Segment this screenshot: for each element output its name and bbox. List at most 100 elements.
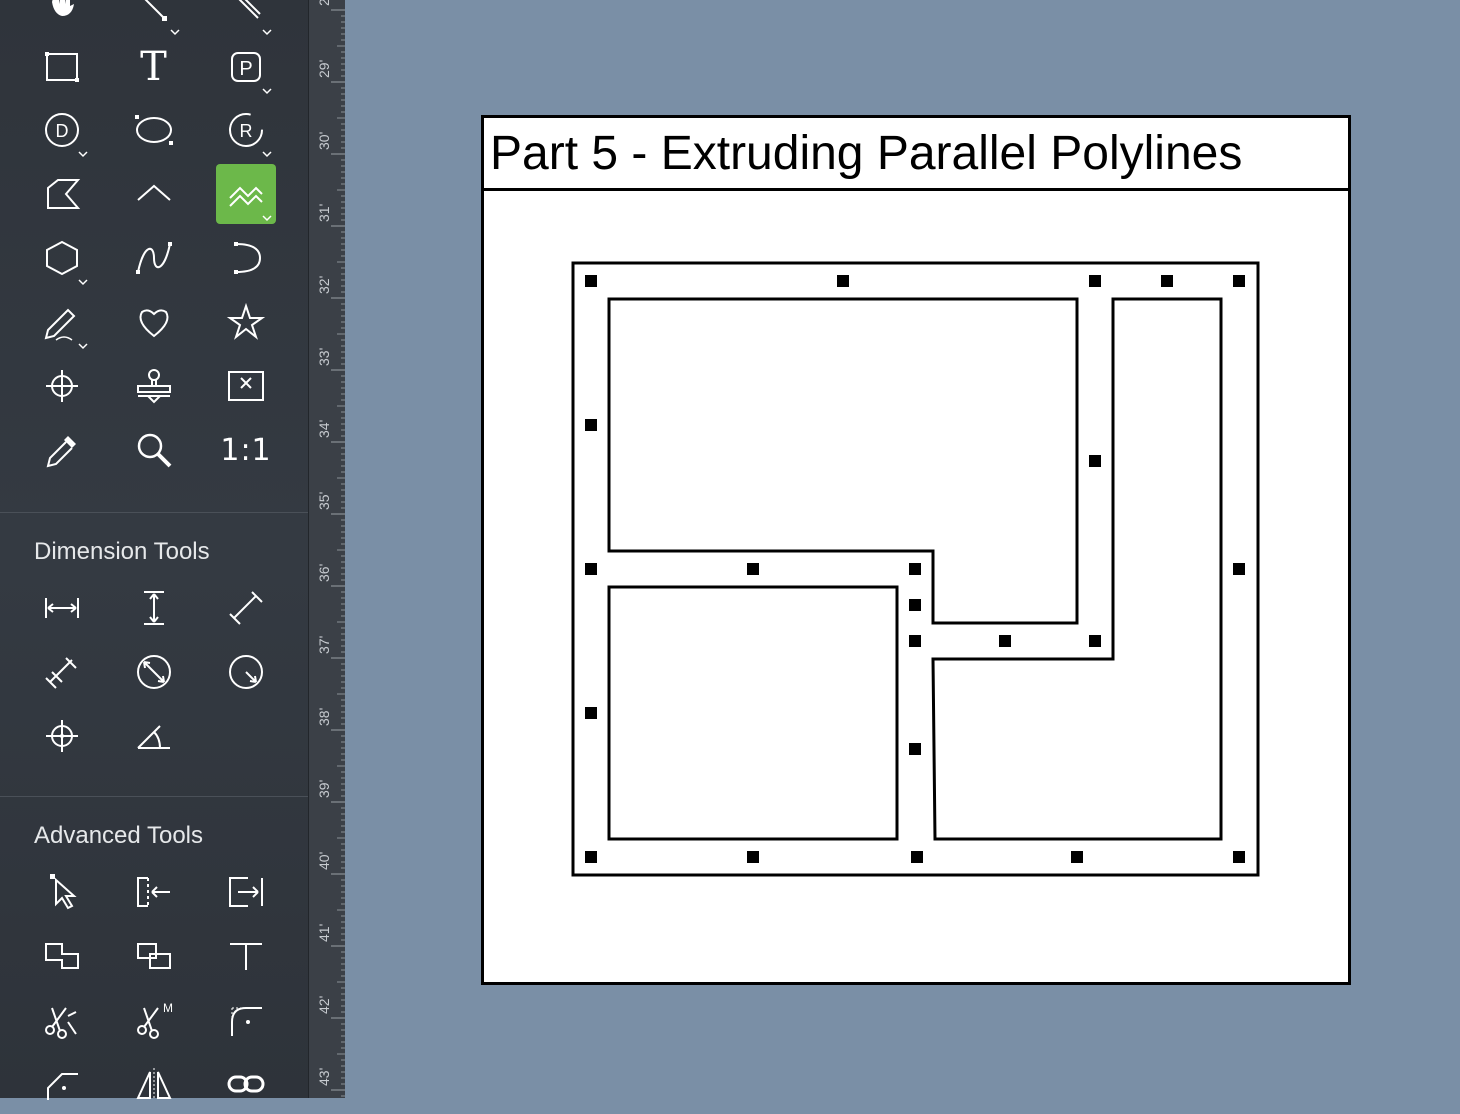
ruler-label: 36': [316, 564, 332, 582]
rectangle-tool[interactable]: [32, 37, 92, 97]
parallel-polyline-tool[interactable]: [216, 164, 276, 224]
vertex-handle[interactable]: [1089, 275, 1101, 287]
vertex-handle[interactable]: [1089, 635, 1101, 647]
ruler-label: 30': [316, 132, 332, 150]
vertex-handle[interactable]: [837, 275, 849, 287]
vertex-handle[interactable]: [747, 563, 759, 575]
image-placeholder-tool[interactable]: [216, 356, 276, 416]
push-in-icon: [137, 877, 170, 907]
radius-circle-tool[interactable]: R: [216, 100, 276, 160]
angular-dimension-tool[interactable]: [124, 706, 184, 766]
horizontal-dimension-tool[interactable]: [32, 578, 92, 638]
badge-letter: D: [56, 121, 69, 141]
vertex-handle[interactable]: [585, 275, 597, 287]
drawing-sheet[interactable]: Part 5 - Extruding Parallel Polylines: [481, 115, 1351, 985]
floor-plan[interactable]: [484, 118, 1348, 982]
ruler-label: 40': [316, 852, 332, 870]
push-pull-tool[interactable]: [124, 862, 184, 922]
diameter-dimension-icon: [137, 655, 171, 689]
vertex-handle[interactable]: [585, 563, 597, 575]
closed-spline-tool[interactable]: [124, 292, 184, 352]
vertex-handle[interactable]: [1161, 275, 1173, 287]
vertex-handle[interactable]: [1089, 455, 1101, 467]
ellipse-tool[interactable]: [124, 100, 184, 160]
trim-tool[interactable]: [216, 926, 276, 986]
polyline-icon: [137, 184, 171, 201]
rectangle-icon: [45, 52, 79, 82]
zoom-tool[interactable]: [124, 420, 184, 480]
diameter-dimension-tool[interactable]: [124, 642, 184, 702]
text-tool[interactable]: T: [124, 37, 184, 97]
chevron-down-icon: [78, 279, 88, 286]
extrude-tool[interactable]: [216, 862, 276, 922]
tool-palette: T P D R 1:1 Dimension Tools Advanced Too…: [0, 0, 308, 1100]
fillet-icon: [231, 1007, 262, 1036]
vertex-handle[interactable]: [911, 851, 923, 863]
mirror-tool[interactable]: [124, 1054, 184, 1114]
badge-letter: R: [240, 121, 253, 141]
diameter-circle-tool[interactable]: D: [32, 100, 92, 160]
vertical-dimension-tool[interactable]: [124, 578, 184, 638]
fillet-tool[interactable]: [216, 990, 276, 1050]
chevron-down-icon: [170, 29, 180, 36]
star-tool[interactable]: [216, 292, 276, 352]
hand-tool[interactable]: [32, 0, 92, 38]
line-tool[interactable]: [124, 0, 184, 38]
vertex-handles[interactable]: [585, 275, 1245, 863]
link-tool[interactable]: [216, 1054, 276, 1114]
point-tool[interactable]: [32, 356, 92, 416]
image-frame-icon: [228, 371, 264, 401]
horizontal-dimension-icon: [45, 598, 79, 618]
line-icon: [144, 0, 167, 21]
ruler-label: 33': [316, 348, 332, 366]
vertex-handle[interactable]: [585, 419, 597, 431]
stamp-tool[interactable]: [124, 356, 184, 416]
multi-split-tool[interactable]: M: [124, 990, 184, 1050]
room-bottom-left-outline[interactable]: [607, 585, 899, 841]
vertex-handle[interactable]: [585, 851, 597, 863]
chamfer-tool[interactable]: [32, 1054, 92, 1114]
eyedropper-tool[interactable]: [32, 420, 92, 480]
scissors-icon: [45, 1007, 77, 1039]
t-line-icon: [230, 943, 262, 970]
vertex-handle[interactable]: [909, 635, 921, 647]
vertex-handle[interactable]: [909, 599, 921, 611]
hexagon-icon: [46, 240, 78, 276]
actual-size-tool[interactable]: 1:1: [216, 420, 276, 480]
vertex-handle[interactable]: [585, 707, 597, 719]
arc-tool[interactable]: [216, 228, 276, 288]
combine-shapes-tool[interactable]: [32, 926, 92, 986]
curve-tool[interactable]: [124, 228, 184, 288]
polygon-icon: [47, 179, 81, 209]
split-tool[interactable]: [32, 990, 92, 1050]
blob-shape-icon: [139, 309, 169, 338]
vertex-handle[interactable]: [909, 563, 921, 575]
center-mark-tool[interactable]: [32, 706, 92, 766]
vertex-handle[interactable]: [1233, 563, 1245, 575]
vertex-handle[interactable]: [1233, 851, 1245, 863]
room-top-left-outline[interactable]: [607, 297, 1079, 625]
aligned-dimension-tool[interactable]: [216, 578, 276, 638]
scissors-multi-icon: M: [137, 1001, 173, 1039]
vertex-handle[interactable]: [1071, 851, 1083, 863]
radius-dimension-tool[interactable]: [216, 642, 276, 702]
vertex-handle[interactable]: [999, 635, 1011, 647]
wall-tool[interactable]: [216, 0, 276, 38]
freehand-tool[interactable]: [32, 292, 92, 352]
pull-out-icon: [229, 877, 263, 907]
wall-line-icon: [238, 0, 261, 19]
vertex-handle[interactable]: [747, 851, 759, 863]
polygon-tool[interactable]: [32, 164, 92, 224]
ruler-label: 31': [316, 204, 332, 222]
reshape-tool[interactable]: [32, 862, 92, 922]
parking-tool[interactable]: P: [216, 37, 276, 97]
polyline-tool[interactable]: [124, 164, 184, 224]
regular-polygon-tool[interactable]: [32, 228, 92, 288]
magnifier-icon: [137, 433, 172, 468]
vertex-handle[interactable]: [909, 743, 921, 755]
vertical-ruler[interactable]: 28' 29' 30' 31' 32' 33' 34' 35' 36' 37' 38' 39' 40' 4…: [308, 0, 345, 1098]
add-surface-tool[interactable]: [124, 926, 184, 986]
aligned-dimension-icon: [229, 591, 263, 625]
perpendicular-dimension-tool[interactable]: [32, 642, 92, 702]
vertex-handle[interactable]: [1233, 275, 1245, 287]
